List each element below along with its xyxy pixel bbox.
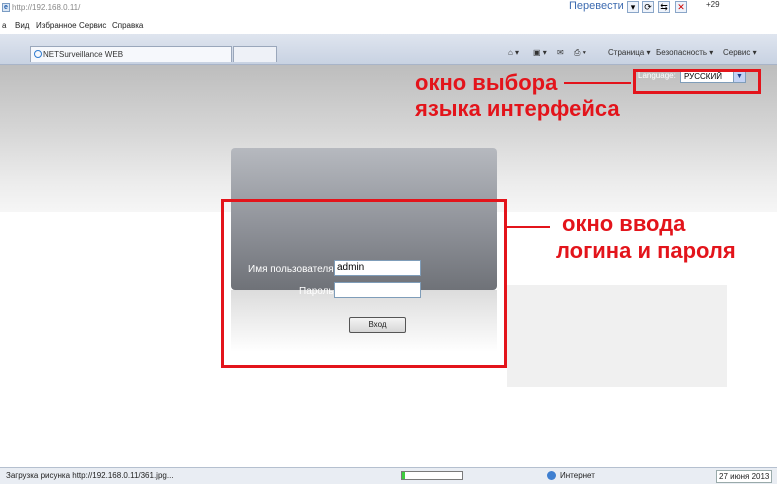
tab-bar: NETSurveillance WEB ⌂ ▾ ▣ ▾ ✉ ⎙ ▾ Страни… (0, 34, 777, 65)
menu-item-view[interactable]: Вид (15, 21, 29, 30)
stop-icon[interactable]: ✕ (675, 1, 687, 13)
annotation-language-line1: окно выбора (415, 70, 558, 95)
login-highlight-box (221, 199, 507, 368)
weather-text: +29 (706, 0, 720, 9)
annotation-language-pointer (564, 82, 631, 84)
home-icon[interactable]: ⌂ ▾ (508, 48, 519, 57)
tab-label: NETSurveillance WEB (43, 50, 124, 59)
address-field[interactable]: http://192.168.0.11/ (12, 3, 80, 12)
progress-fill (402, 472, 405, 479)
tab-netsurveillance[interactable]: NETSurveillance WEB (30, 46, 232, 62)
feeds-icon[interactable]: ▣ ▾ (533, 48, 547, 57)
go-icon[interactable]: ⇆ (658, 1, 670, 13)
annotation-login-pointer (507, 226, 550, 228)
dropdown-icon[interactable]: ▾ (627, 1, 639, 13)
loading-icon (34, 50, 42, 58)
menu-item-favorites[interactable]: Избранное (36, 21, 77, 30)
address-bar: e http://192.168.0.11/ Перевести ▾ ⟳ ⇆ ✕… (0, 0, 777, 18)
tools-menu[interactable]: Сервис ▾ (723, 48, 757, 57)
zone-label: Интернет (560, 471, 595, 480)
ie-icon: e (2, 3, 10, 12)
page-menu[interactable]: Страница ▾ (608, 48, 651, 57)
annotation-login-line2: логина и пароля (556, 238, 736, 263)
menu-item-help[interactable]: Справка (112, 21, 143, 30)
menu-item-tools[interactable]: Сервис (79, 21, 106, 30)
print-icon[interactable]: ⎙ ▾ (574, 48, 586, 58)
date-display: 27 июня 2013 (716, 470, 773, 483)
menu-item-file[interactable]: а (2, 21, 6, 30)
menu-bar: а Вид Избранное Сервис Справка (0, 18, 777, 34)
status-bar: Загрузка рисунка http://192.168.0.11/361… (0, 467, 777, 484)
language-highlight-box (633, 69, 761, 94)
background-band (507, 285, 727, 387)
translate-button[interactable]: Перевести (569, 0, 624, 16)
refresh-icon[interactable]: ⟳ (642, 1, 654, 13)
annotation-language-line2: языка интерфейса (415, 96, 620, 121)
status-text: Загрузка рисунка http://192.168.0.11/361… (6, 471, 174, 480)
new-tab-button[interactable] (233, 46, 277, 62)
progress-bar (401, 471, 463, 480)
safety-menu[interactable]: Безопасность ▾ (656, 48, 713, 57)
annotation-login-line1: окно ввода (562, 211, 686, 236)
globe-icon (547, 471, 556, 480)
mail-icon[interactable]: ✉ (557, 48, 564, 57)
